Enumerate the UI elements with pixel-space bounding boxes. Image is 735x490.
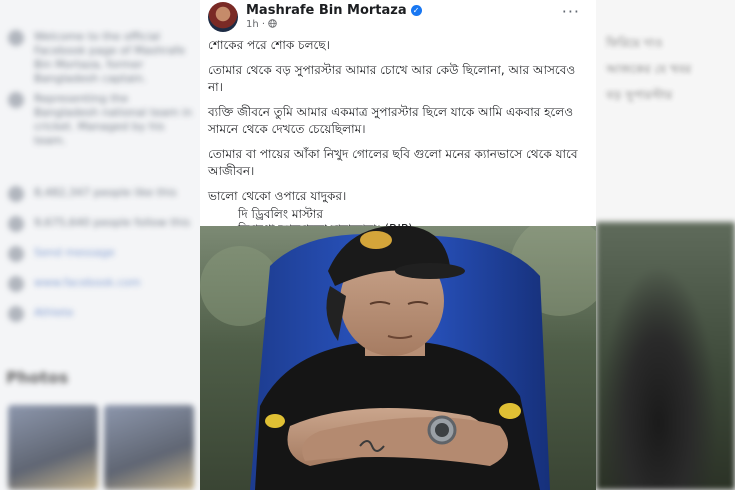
info-icon [8, 30, 24, 46]
post-paragraph: তোমার থেকে বড় সুপারস্টার আমার চোখে আর ক… [208, 63, 576, 94]
background-right-panel: ফিরিয়ে দাও আজকের যে খবর বড় সুপারস্টার [596, 0, 735, 490]
about-row: Welcome to the official Facebook page of… [8, 30, 194, 86]
likes-row: 8,482,347 people like this [8, 186, 194, 202]
website-row[interactable]: www.facebook.com [8, 276, 194, 292]
post-paragraph: ব্যক্তি জীবনে তুমি আমার একমাত্র সুপারস্ট… [208, 105, 574, 136]
info-icon [8, 92, 24, 108]
author-name[interactable]: Mashrafe Bin Mortaza ✓ [246, 3, 422, 18]
post-paragraph: ভালো থেকো ওপারে যাদুকর। [208, 189, 347, 203]
messenger-icon [8, 246, 24, 262]
followers-row: 9,675,640 people follow this [8, 216, 194, 232]
post-time[interactable]: 1h [246, 19, 259, 30]
globe-icon [8, 276, 24, 292]
signature-line: দি ড্রিবলিং মাস্টার [238, 207, 323, 221]
post-photo[interactable] [200, 226, 596, 490]
post-paragraph: শোকের পরে শোক চলছে। [208, 38, 330, 52]
category-row: Athlete [8, 306, 194, 322]
follow-icon [8, 216, 24, 232]
message-row[interactable]: Send message [8, 246, 194, 262]
facebook-post: Mashrafe Bin Mortaza ✓ 1h · ··· শোকের পরে… [200, 0, 596, 490]
verified-badge-icon: ✓ [410, 5, 422, 16]
background-sidebar: Welcome to the official Facebook page of… [0, 0, 200, 490]
globe-icon [268, 19, 277, 28]
post-text: শোকের পরে শোক চলছে। তোমার থেকে বড় সুপার… [208, 37, 588, 237]
post-header: Mashrafe Bin Mortaza ✓ 1h · ··· [200, 0, 596, 36]
more-options-icon[interactable]: ··· [562, 2, 580, 21]
post-paragraph: তোমার বা পায়ের আঁকা নিখুদ গোলের ছবি গুল… [208, 147, 578, 178]
about-row: Representing the Bangladesh national tea… [8, 92, 194, 148]
background-photo [596, 222, 735, 490]
photo-thumbnail[interactable] [8, 405, 98, 490]
photo-thumbnail[interactable] [104, 405, 194, 490]
avatar[interactable] [208, 2, 238, 32]
photos-heading: Photos [6, 368, 69, 387]
like-icon [8, 186, 24, 202]
tag-icon [8, 306, 24, 322]
post-photo-illustration [200, 226, 596, 490]
background-right-text: ফিরিয়ে দাও আজকের যে খবর বড় সুপারস্টার [606, 36, 692, 102]
post-meta: 1h · [246, 19, 277, 30]
